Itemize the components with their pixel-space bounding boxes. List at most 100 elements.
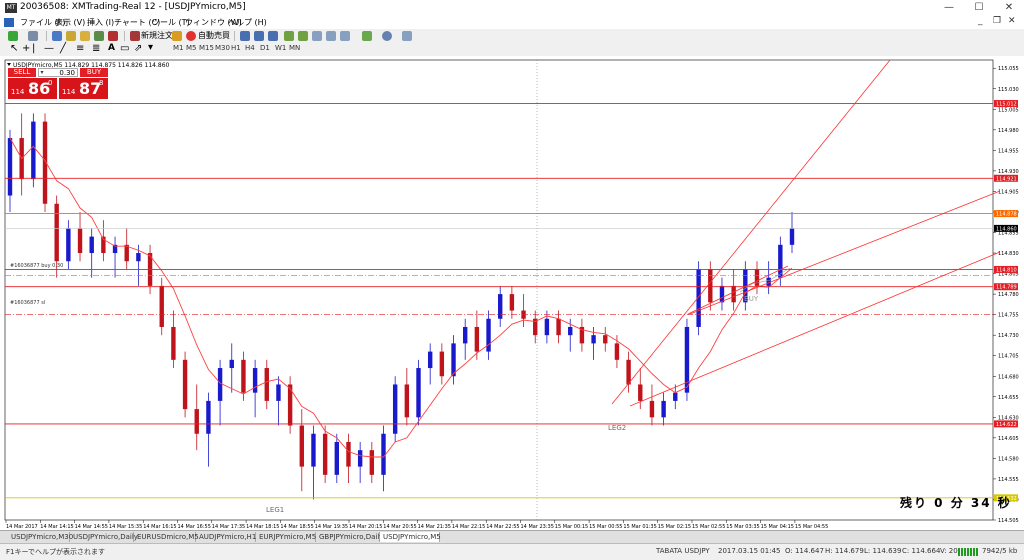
tab-eurusd-m5[interactable]: EURUSDmicro,M5 <box>134 532 199 542</box>
price-level-tag-label: 114.789 <box>996 285 1017 291</box>
status-low: L: 114.639 <box>864 547 902 555</box>
bar-chart-icon[interactable] <box>240 31 250 41</box>
candle-body <box>322 433 328 475</box>
candlestick-icon[interactable] <box>254 31 264 41</box>
candle-body <box>649 400 655 418</box>
data-window-icon[interactable] <box>66 31 76 41</box>
buy-price-big-figure: 114 <box>62 88 76 96</box>
price-level-tag-label: 114.622 <box>996 422 1017 428</box>
timeframe-m1[interactable]: M1 <box>173 44 184 52</box>
new-chart-icon[interactable] <box>8 31 18 41</box>
price-tick-label: 114.755 <box>998 313 1019 319</box>
maximize-button[interactable]: ☐ <box>964 0 994 16</box>
tab-audjpy-h1[interactable]: AUDJPYmicro,H1 <box>196 532 256 542</box>
timeframe-d1[interactable]: D1 <box>260 44 270 52</box>
candle-body <box>311 433 316 467</box>
label-icon[interactable]: ▭ <box>120 43 129 54</box>
market-watch-icon[interactable] <box>52 31 62 41</box>
menu-help[interactable]: ヘルプ (H) <box>228 17 267 28</box>
timeframe-m30[interactable]: M30 <box>215 44 230 52</box>
timeframe-m5[interactable]: M5 <box>186 44 197 52</box>
candle-body <box>77 228 83 254</box>
timeframe-mn[interactable]: MN <box>289 44 300 52</box>
metaeditor-icon[interactable] <box>172 31 182 41</box>
templates-icon[interactable] <box>402 31 412 41</box>
candle-body <box>136 253 141 262</box>
toolbar-separator <box>234 31 235 41</box>
price-tick-label: 114.905 <box>998 189 1019 195</box>
chart-area[interactable]: USDJPYmicro,M5 114.829 114.875 114.826 1… <box>0 56 1024 530</box>
candle-body <box>357 450 363 467</box>
timeframe-h1[interactable]: H1 <box>231 44 241 52</box>
status-traffic: 7942/5 kb <box>982 547 1018 555</box>
chart-shift-icon[interactable] <box>326 31 336 41</box>
candle-body <box>416 368 421 418</box>
candle-body <box>369 450 375 475</box>
status-bar: F1キーでヘルプが表示されます TABATA USDJPY 2017.03.15… <box>0 543 1024 560</box>
mdi-minimize-button[interactable]: _ <box>978 16 983 26</box>
new-order-button[interactable]: 新規注文 <box>141 30 173 41</box>
close-button[interactable]: ✕ <box>994 0 1024 16</box>
cursor-icon[interactable]: ↖ <box>10 43 18 54</box>
price-tick-label: 114.655 <box>998 395 1019 401</box>
sell-button[interactable]: SELL <box>8 68 36 77</box>
arrow-icon[interactable]: ⇗ <box>134 43 142 54</box>
price-tick-label: 114.505 <box>998 518 1019 524</box>
line-chart-icon[interactable] <box>268 31 278 41</box>
mdi-restore-button[interactable]: ❐ <box>993 16 1001 26</box>
tab-usdjpy-m5[interactable]: USDJPYmicro,M5 <box>380 532 441 542</box>
dropdown-arrow-icon[interactable]: ▾ <box>148 42 153 53</box>
candle-body <box>568 326 573 336</box>
profiles-icon[interactable] <box>28 31 38 41</box>
candle-body <box>89 236 94 254</box>
candle-body <box>439 351 445 377</box>
buy-button[interactable]: BUY <box>80 68 108 77</box>
auto-trading-button[interactable]: 自動売買 <box>198 30 230 41</box>
horizontal-line-icon[interactable]: — <box>44 43 54 54</box>
autoscroll-icon[interactable] <box>340 31 350 41</box>
tab-eurjpy-m5[interactable]: EURJPYmicro,M5 <box>256 532 316 542</box>
candle-body <box>427 351 433 369</box>
tab-usdjpy-m30[interactable]: USDJPYmicro,M30 <box>8 532 73 542</box>
price-tick-label: 115.055 <box>998 66 1019 72</box>
tab-gbpjpy-daily[interactable]: GBPJPYmicro,Daily <box>316 532 383 542</box>
candle-body <box>182 359 188 410</box>
timeframe-h4[interactable]: H4 <box>245 44 255 52</box>
tile-windows-icon[interactable] <box>312 31 322 41</box>
tab-usdjpy-daily[interactable]: USDJPYmicro,Daily <box>70 532 138 542</box>
chart-window-icon <box>4 18 14 27</box>
tester-icon[interactable] <box>108 31 118 41</box>
candle-body <box>789 228 795 245</box>
terminal-icon[interactable] <box>94 31 104 41</box>
new-order-icon[interactable] <box>130 31 140 41</box>
buy-price-button[interactable]: 114 87 8 <box>59 78 108 99</box>
sell-price-button[interactable]: 114 86 0 <box>8 78 57 99</box>
trendline-icon[interactable]: ╱ <box>60 43 66 54</box>
crosshair-icon[interactable]: + <box>22 43 30 54</box>
menu-view[interactable]: 表示 (V) <box>55 17 85 28</box>
candle-body <box>509 294 515 311</box>
zoom-out-icon[interactable] <box>298 31 308 41</box>
minimize-button[interactable]: — <box>934 0 964 16</box>
timeframe-m15[interactable]: M15 <box>199 44 214 52</box>
vertical-line-icon[interactable]: | <box>32 43 35 54</box>
price-chart[interactable]: USDJPYmicro,M5 114.829 114.875 114.826 1… <box>0 56 1024 530</box>
status-help: F1キーでヘルプが表示されます <box>6 548 106 556</box>
channel-icon[interactable]: ≡ <box>76 43 84 54</box>
menu-bar: ファイル (F) 表示 (V) 挿入 (I) チャート (C) ツール (T) … <box>0 16 1024 29</box>
indicators-icon[interactable] <box>362 31 372 41</box>
timeframe-w1[interactable]: W1 <box>275 44 286 52</box>
sell-price-big-figure: 114 <box>11 88 25 96</box>
navigator-icon[interactable] <box>80 31 90 41</box>
mdi-close-button[interactable]: ✕ <box>1008 16 1016 26</box>
auto-trading-icon[interactable] <box>186 31 196 41</box>
lot-dropdown-icon[interactable]: ▾ <box>38 68 46 77</box>
periods-icon[interactable] <box>382 31 392 41</box>
zoom-in-icon[interactable] <box>284 31 294 41</box>
text-icon[interactable]: A <box>108 43 115 53</box>
fibonacci-icon[interactable]: ≣ <box>92 43 100 54</box>
title-bar: MT 20036508: XMTrading-Real 12 - [USDJPY… <box>0 0 1024 17</box>
menu-insert[interactable]: 挿入 (I) <box>87 17 114 28</box>
candle-body <box>404 384 410 418</box>
price-tick-label: 115.005 <box>998 107 1019 113</box>
